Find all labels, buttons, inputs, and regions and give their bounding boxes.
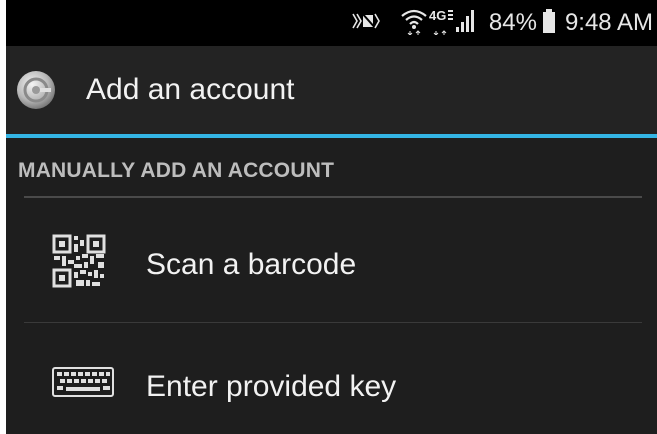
battery-icon — [542, 8, 555, 38]
enter-key-label: Enter provided key — [146, 370, 397, 403]
wifi-icon — [401, 7, 427, 40]
list-divider — [24, 322, 642, 323]
clock: 9:48 AM — [564, 9, 653, 36]
keyboard-icon — [52, 367, 114, 402]
svg-text:4G: 4G — [429, 8, 446, 23]
page-title: Add an account — [86, 73, 295, 106]
action-bar-accent-divider — [6, 134, 657, 138]
section-divider — [24, 196, 642, 198]
scan-barcode-label: Scan a barcode — [146, 248, 357, 281]
section-header: MANUALLY ADD AN ACCOUNT — [18, 159, 335, 182]
qr-code-icon — [52, 234, 106, 293]
mute-icon — [351, 10, 381, 37]
status-bar: 4G 84% 9:48 AM — [6, 0, 657, 46]
status-icons: 4G 84% 9:48 AM — [351, 0, 653, 46]
authenticator-logo-icon[interactable] — [16, 70, 56, 110]
action-bar: Add an account — [6, 46, 657, 134]
cell-signal-icon — [455, 9, 475, 37]
screen: 4G 84% 9:48 AM Add an account MANUALLY A… — [6, 0, 657, 434]
battery-percent: 84% — [488, 9, 537, 36]
enter-key-option[interactable]: Enter provided key — [24, 326, 642, 434]
4g-lte-icon: 4G — [429, 7, 455, 40]
scan-barcode-option[interactable]: Scan a barcode — [24, 204, 642, 322]
